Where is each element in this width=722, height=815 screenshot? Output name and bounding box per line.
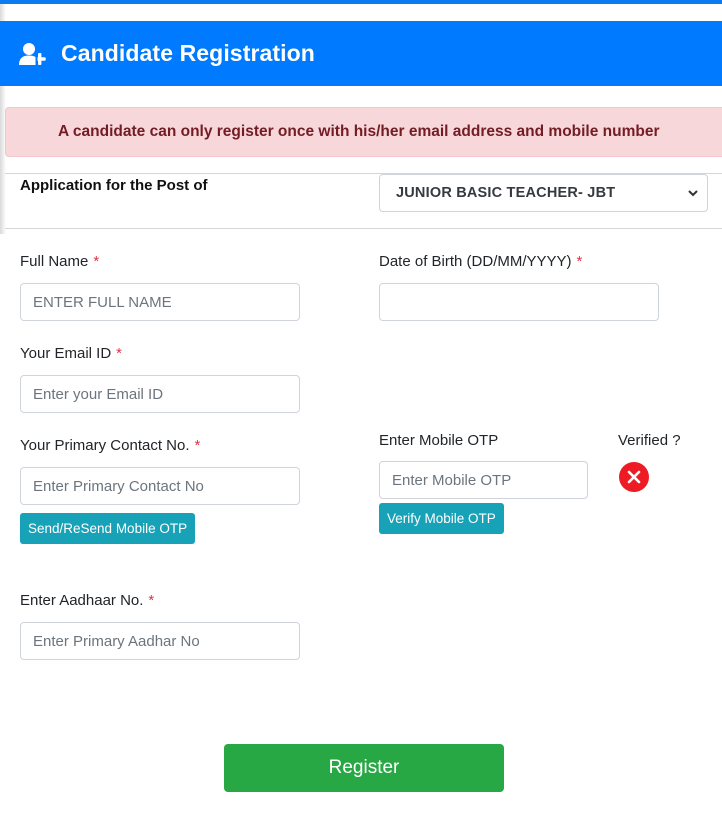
verify-otp-button[interactable]: Verify Mobile OTP: [379, 503, 504, 534]
required-marker: *: [194, 437, 201, 454]
mobile-otp-input[interactable]: [379, 461, 588, 499]
verified-label: Verified ?: [618, 432, 681, 449]
top-strip: [0, 0, 722, 4]
close-circle-icon: [619, 462, 649, 492]
aadhaar-input[interactable]: [20, 622, 300, 660]
alert-banner: A candidate can only register once with …: [5, 107, 722, 157]
label-text: Enter Aadhaar No.: [20, 592, 144, 609]
dob-input[interactable]: [379, 283, 659, 321]
email-input[interactable]: [20, 375, 300, 413]
mobile-otp-label: Enter Mobile OTP: [379, 432, 499, 449]
label-text: Full Name: [20, 253, 89, 270]
full-name-label: Full Name *: [20, 253, 99, 270]
post-select[interactable]: JUNIOR BASIC TEACHER- JBT: [379, 174, 708, 212]
chevron-down-icon: [687, 186, 699, 200]
required-marker: *: [148, 592, 155, 609]
contact-label: Your Primary Contact No. *: [20, 437, 200, 454]
post-select-value: JUNIOR BASIC TEACHER- JBT: [396, 185, 616, 201]
post-label: Application for the Post of: [20, 177, 208, 194]
divider: [5, 228, 722, 229]
dob-label: Date of Birth (DD/MM/YYYY) *: [379, 253, 582, 270]
label-text: Date of Birth (DD/MM/YYYY): [379, 253, 572, 270]
aadhaar-label: Enter Aadhaar No. *: [20, 592, 154, 609]
alert-message: A candidate can only register once with …: [58, 123, 660, 140]
required-marker: *: [576, 253, 583, 270]
required-marker: *: [93, 253, 100, 270]
label-text: Your Email ID: [20, 345, 112, 362]
user-plus-icon: [19, 42, 49, 66]
contact-input[interactable]: [20, 467, 300, 505]
required-marker: *: [116, 345, 122, 362]
register-button[interactable]: Register: [224, 744, 504, 792]
full-name-input[interactable]: [20, 283, 300, 321]
page-header: Candidate Registration: [0, 21, 722, 86]
send-otp-button[interactable]: Send/ReSend Mobile OTP: [20, 513, 196, 544]
label-text: Your Primary Contact No.: [20, 437, 190, 454]
page-title: Candidate Registration: [61, 40, 315, 66]
email-label: Your Email ID *: [20, 345, 122, 362]
